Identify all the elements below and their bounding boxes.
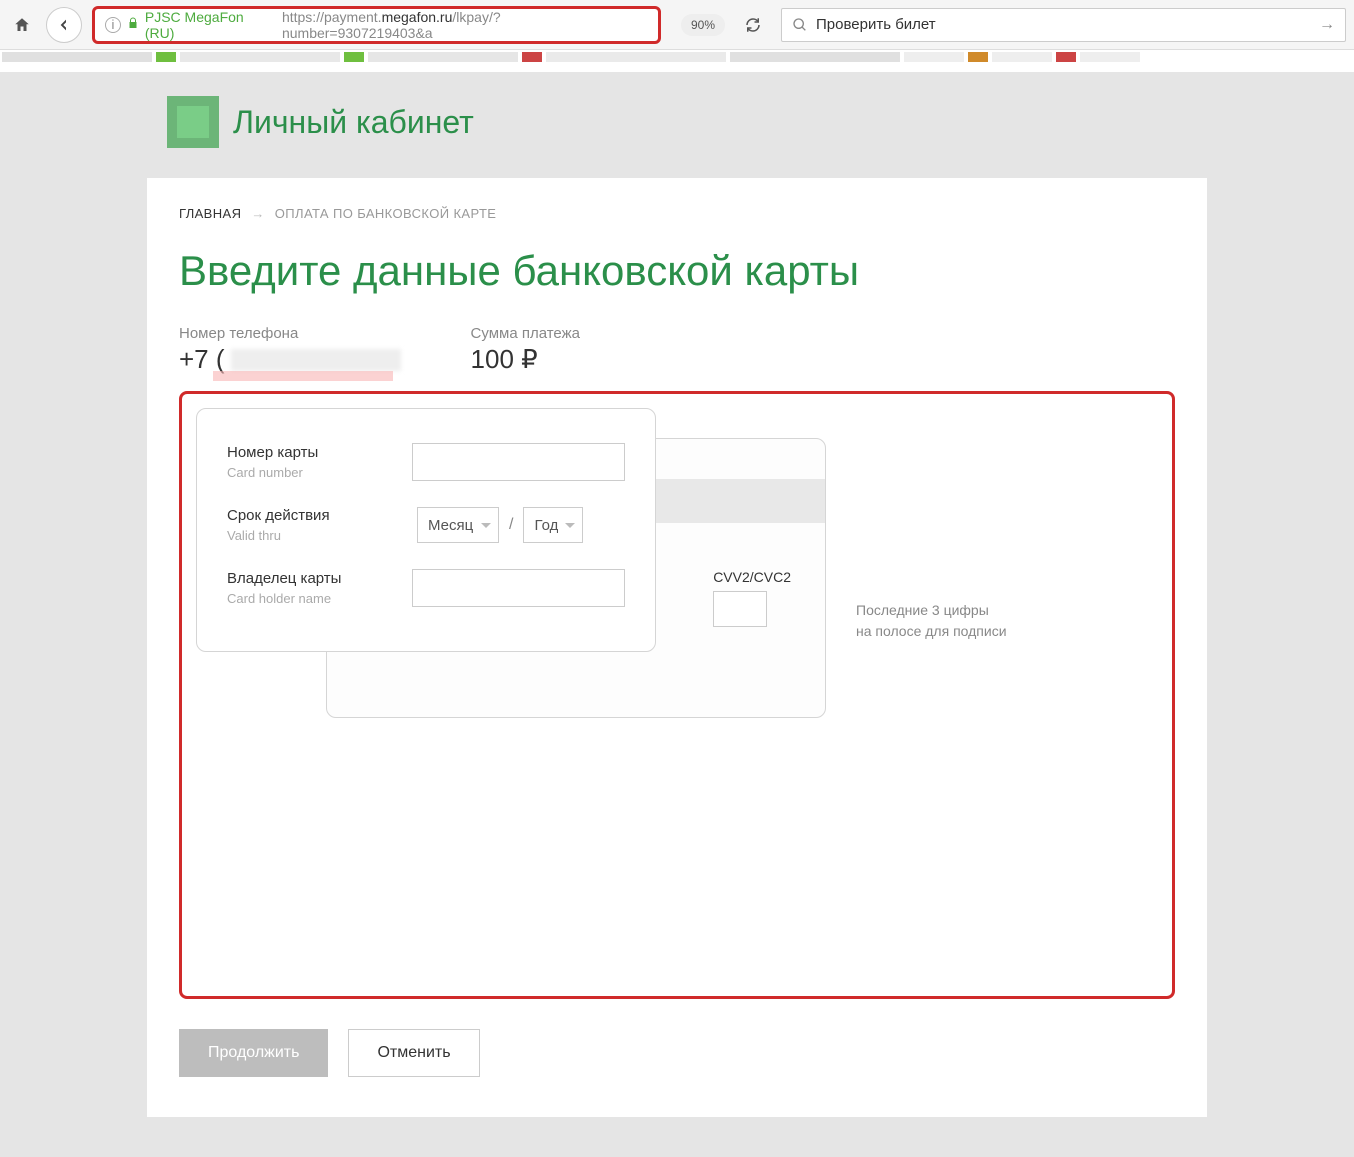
- card-form-highlight: CVV2/CVC2 Последние 3 цифры на полосе дл…: [179, 391, 1175, 999]
- holder-label-en: Card holder name: [227, 591, 392, 606]
- cvv-label: CVV2/CVC2: [713, 569, 791, 585]
- logo[interactable]: [167, 96, 219, 148]
- valid-thru-label-en: Valid thru: [227, 528, 397, 543]
- site-header: Личный кабинет: [147, 72, 1207, 178]
- zoom-badge[interactable]: 90%: [681, 14, 725, 36]
- breadcrumb-current: ОПЛАТА ПО БАНКОВСКОЙ КАРТЕ: [275, 206, 497, 221]
- phone-label: Номер телефона: [179, 325, 401, 342]
- card-number-label: Номер карты: [227, 444, 392, 461]
- site-title: Личный кабинет: [233, 104, 474, 141]
- cert-name: PJSC MegaFon (RU): [145, 9, 276, 41]
- continue-button[interactable]: Продолжить: [179, 1029, 328, 1077]
- lock-icon: [127, 16, 139, 33]
- breadcrumb: ГЛАВНАЯ → ОПЛАТА ПО БАНКОВСКОЙ КАРТЕ: [179, 206, 1175, 221]
- cancel-button[interactable]: Отменить: [348, 1029, 479, 1077]
- cvv-input[interactable]: [713, 591, 767, 627]
- cvv-hint: Последние 3 цифры на полосе для подписи: [856, 600, 1007, 642]
- go-arrow-icon[interactable]: →: [1313, 16, 1335, 34]
- home-icon[interactable]: [8, 11, 36, 39]
- search-input[interactable]: [816, 16, 1305, 33]
- holder-label: Владелец карты: [227, 570, 392, 587]
- reload-button[interactable]: [737, 9, 769, 41]
- card-number-label-en: Card number: [227, 465, 392, 480]
- phone-info: Номер телефона +7 (: [179, 325, 401, 375]
- year-select[interactable]: Год: [523, 507, 583, 543]
- url-text: https://payment.megafon.ru/lkpay/?number…: [282, 9, 648, 41]
- card-front: Номер карты Card number Срок действия Va…: [196, 408, 656, 652]
- tab-strip: [0, 50, 1354, 72]
- phone-blurred: [231, 349, 401, 371]
- amount-value: 100 ₽: [471, 344, 580, 375]
- info-icon[interactable]: i: [105, 17, 121, 33]
- search-box[interactable]: →: [781, 8, 1346, 42]
- address-bar[interactable]: i PJSC MegaFon (RU) https://payment.mega…: [92, 6, 661, 44]
- month-select[interactable]: Месяц: [417, 507, 499, 543]
- breadcrumb-home[interactable]: ГЛАВНАЯ: [179, 206, 241, 221]
- content-card: ГЛАВНАЯ → ОПЛАТА ПО БАНКОВСКОЙ КАРТЕ Вве…: [147, 178, 1207, 1117]
- page-heading: Введите данные банковской карты: [179, 247, 1175, 295]
- back-button[interactable]: [46, 7, 82, 43]
- card-holder-input[interactable]: [412, 569, 625, 607]
- browser-toolbar: i PJSC MegaFon (RU) https://payment.mega…: [0, 0, 1354, 50]
- valid-thru-label: Срок действия: [227, 507, 397, 524]
- amount-info: Сумма платежа 100 ₽: [471, 325, 580, 375]
- card-number-input[interactable]: [412, 443, 625, 481]
- phone-value: +7 (: [179, 344, 225, 375]
- amount-label: Сумма платежа: [471, 325, 580, 342]
- search-icon: [792, 17, 808, 33]
